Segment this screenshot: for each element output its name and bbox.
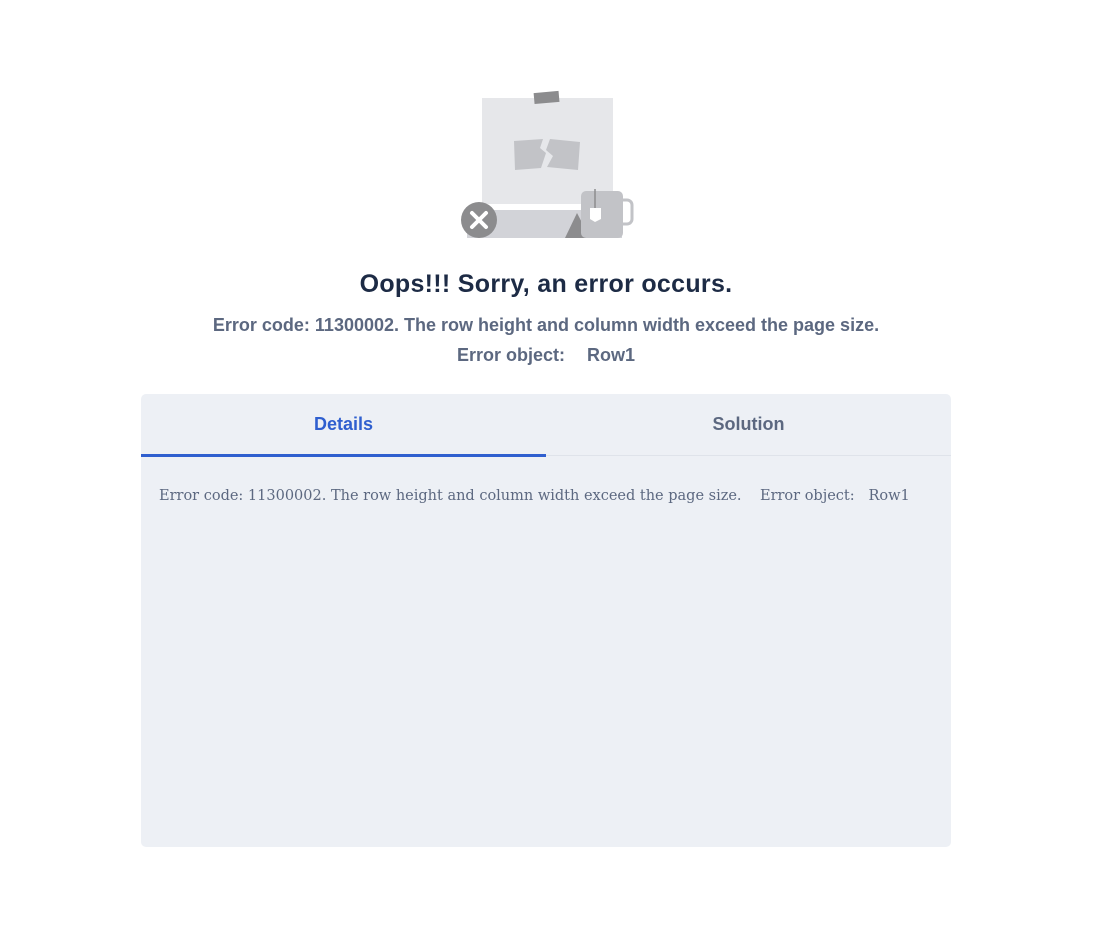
tea-mug-icon [581,189,634,238]
error-code-message: Error code: 11300002. The row height and… [212,315,880,335]
tab-details[interactable]: Details [141,394,546,457]
broken-picture-icon [482,90,613,204]
error-details-panel: Details Solution Error code: 11300002. T… [141,394,951,847]
error-object-label: Error object: [456,345,565,365]
error-object-value: Row1 [587,345,636,365]
details-text: Error code: 11300002. The row height and… [159,488,910,504]
error-title: Oops!!! Sorry, an error occurs. [359,270,733,298]
error-object-line: Error object: Row1 [0,345,1092,366]
tab-solution[interactable]: Solution [546,394,951,455]
tab-bar: Details Solution [141,394,951,457]
error-page: Oops!!! Sorry, an error occurs. Error co… [0,0,1116,931]
error-illustration [461,90,634,238]
close-circle-icon [461,202,497,238]
